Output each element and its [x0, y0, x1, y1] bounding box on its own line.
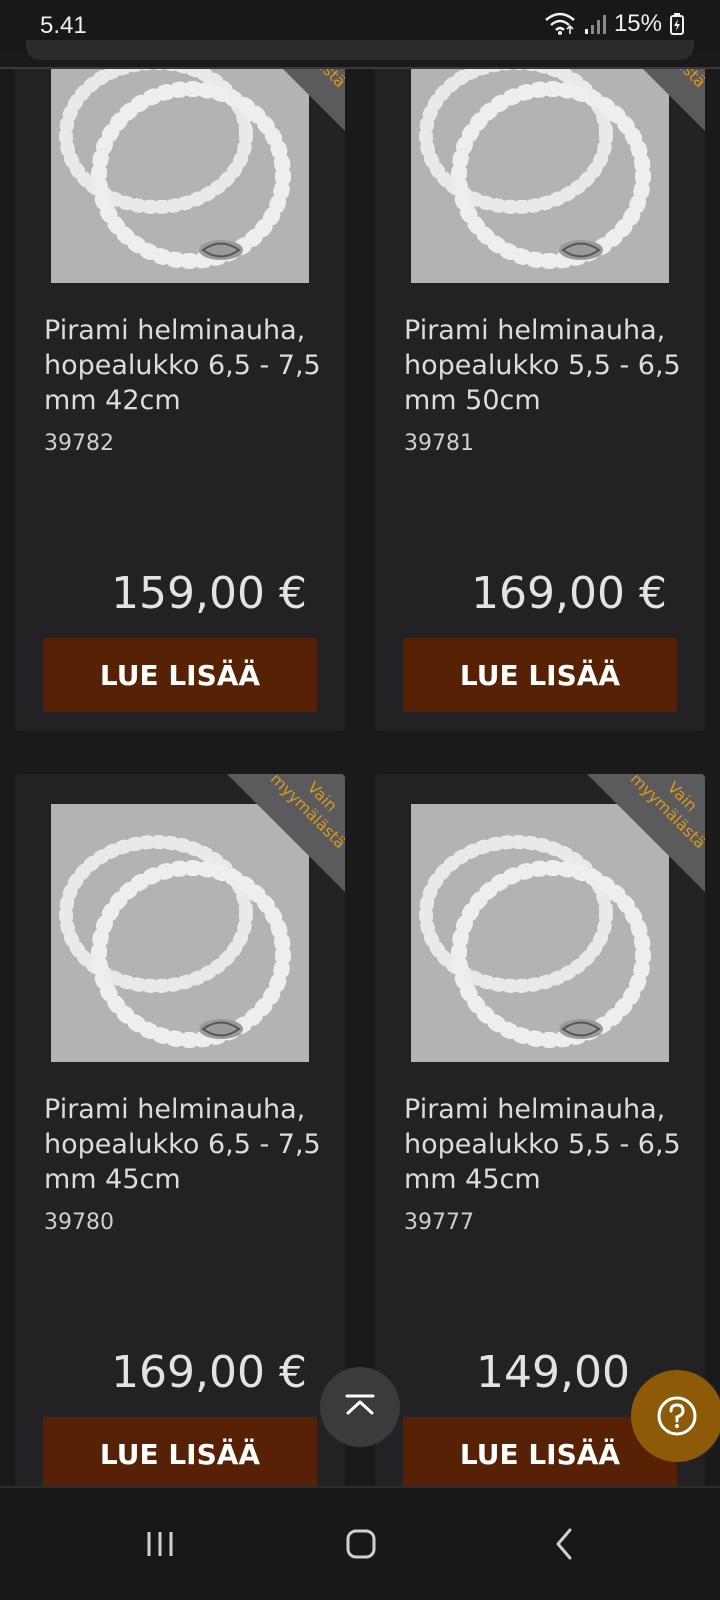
store-only-badge: Vain myymälästä [587, 69, 705, 131]
question-mark-icon [655, 1394, 699, 1438]
home-button[interactable] [331, 1516, 391, 1576]
chevron-up-bar-icon [345, 1393, 375, 1421]
recent-apps-icon [145, 1531, 175, 1561]
read-more-button[interactable]: LUE LISÄÄ [43, 638, 317, 712]
product-title[interactable]: Pirami helminauha, hopealukko 5,5 - 6,5 … [404, 1092, 694, 1197]
product-card[interactable]: Vain myymälästä Pirami helminauha, hopea… [15, 69, 345, 731]
product-sku: 39780 [44, 1210, 114, 1235]
home-icon [346, 1529, 376, 1563]
search-bar-edge[interactable] [26, 40, 694, 60]
product-grid[interactable]: Vain myymälästä Pirami helminauha, hopea… [0, 69, 720, 1486]
product-price: 169,00 € [471, 568, 667, 619]
product-card[interactable]: Vain myymälästä Pirami helminauha, hopea… [375, 69, 705, 731]
status-time: 5.41 [40, 12, 87, 39]
product-price: 159,00 € [111, 568, 307, 619]
scroll-to-top-button[interactable] [320, 1367, 400, 1447]
back-button[interactable] [534, 1516, 594, 1576]
product-title[interactable]: Pirami helminauha, hopealukko 5,5 - 6,5 … [404, 313, 694, 418]
battery-charging-icon [670, 13, 684, 35]
wifi-icon [544, 12, 576, 36]
product-sku: 39777 [404, 1210, 474, 1235]
store-only-badge: Vain myymälästä [227, 774, 345, 892]
recent-apps-button[interactable] [130, 1516, 190, 1576]
product-card[interactable]: Vain myymälästä Pirami helminauha, hopea… [15, 774, 345, 1486]
read-more-button[interactable]: LUE LISÄÄ [403, 638, 677, 712]
store-only-badge: Vain myymälästä [227, 69, 345, 131]
help-button[interactable] [631, 1370, 720, 1462]
read-more-button[interactable]: LUE LISÄÄ [43, 1417, 317, 1486]
store-only-badge: Vain myymälästä [587, 774, 705, 892]
product-sku: 39781 [404, 431, 474, 456]
header-divider [0, 67, 720, 69]
product-sku: 39782 [44, 431, 114, 456]
system-nav-bar [0, 1486, 720, 1600]
signal-icon [584, 13, 606, 35]
battery-percent: 15% [613, 10, 662, 37]
product-title[interactable]: Pirami helminauha, hopealukko 6,5 - 7,5 … [44, 313, 334, 418]
product-price: 149,00 [476, 1347, 630, 1398]
product-price: 169,00 € [111, 1347, 307, 1398]
status-icons: 15% [544, 10, 684, 38]
product-title[interactable]: Pirami helminauha, hopealukko 6,5 - 7,5 … [44, 1092, 334, 1197]
back-icon [554, 1528, 574, 1564]
